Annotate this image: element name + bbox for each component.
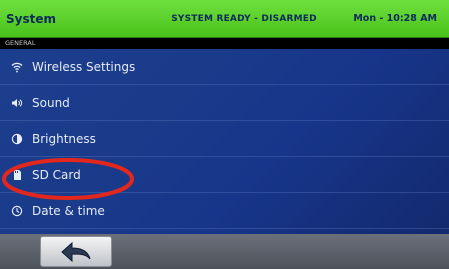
wifi-icon <box>10 60 24 74</box>
screen-title: System <box>6 11 56 26</box>
system-status-text: SYSTEM READY - DISARMED <box>171 13 317 24</box>
sd-card-icon <box>10 168 24 182</box>
menu-item-sound[interactable]: Sound <box>0 85 449 121</box>
menu-item-label: Date & time <box>32 203 105 218</box>
back-button[interactable] <box>40 236 112 267</box>
date-time-text: Mon - 10:28 AM <box>353 13 437 24</box>
menu-item-date-time[interactable]: Date & time <box>0 193 449 229</box>
menu-item-label: Brightness <box>32 131 96 146</box>
settings-screen: System SYSTEM READY - DISARMED Mon - 10:… <box>0 0 449 269</box>
back-arrow-icon <box>61 241 91 262</box>
menu-item-wireless-settings[interactable]: Wireless Settings <box>0 49 449 85</box>
settings-menu: Wireless Settings Sound Brightness SD Ca… <box>0 49 449 229</box>
status-bar: System SYSTEM READY - DISARMED Mon - 10:… <box>0 0 449 38</box>
menu-item-label: Wireless Settings <box>32 59 136 74</box>
menu-item-sd-card[interactable]: SD Card <box>0 157 449 193</box>
clock-icon <box>10 204 24 218</box>
menu-item-label: Sound <box>32 95 70 110</box>
speaker-icon <box>10 96 24 110</box>
section-header: GENERAL <box>0 38 449 49</box>
menu-item-label: SD Card <box>32 167 81 182</box>
menu-item-brightness[interactable]: Brightness <box>0 121 449 157</box>
brightness-icon <box>10 132 24 146</box>
